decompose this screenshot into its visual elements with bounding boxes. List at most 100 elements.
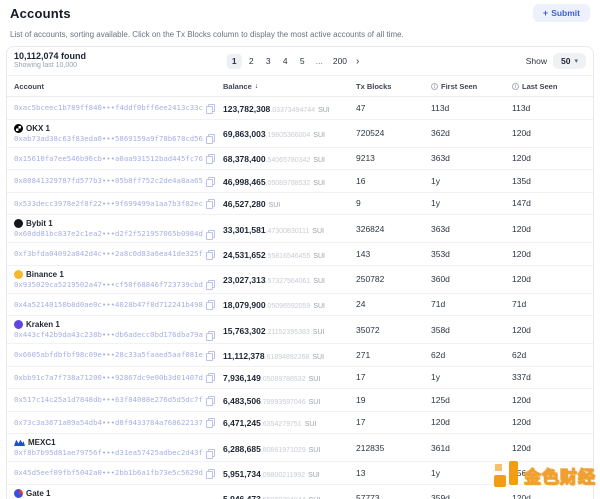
copy-icon[interactable] [206,230,213,238]
page-button[interactable]: 5 [295,54,310,69]
account-address-link[interactable]: 0x80841329787fd577b3•••05b8ff752c2de4a8a… [14,176,203,185]
account-cell: OKX 1 0xab73ad38c63f83eda0•••5869159a9f7… [14,124,223,143]
exchange-name: Binance 1 [26,270,64,279]
balance-cell: 6,483,506.79993597046SUI [223,391,356,409]
exchange-label[interactable]: OKX 1 [14,124,223,133]
balance-integer: 69,863,003 [223,129,266,139]
copy-icon[interactable] [206,351,213,359]
submit-label: Submit [551,8,580,18]
page-size-dropdown[interactable]: 50 ▾ [553,53,586,69]
table-row: 0x6605abfdbfbf98c09e•••28c33a5faaed5aaf0… [7,344,593,367]
page-button[interactable]: 3 [261,54,276,69]
account-address-link[interactable]: 0x533decc3978e2f8f22•••9f699499a1aa7b3f8… [14,199,203,208]
account-address-link[interactable]: 0xbb91c7a7f738a71200•••92867dc9e00b3d014… [14,373,203,382]
page-button[interactable]: 200 [329,54,351,69]
tx-blocks-cell: 57773 [356,493,431,499]
account-address-link[interactable]: 0x517c14c25a1d7848db•••63f84088e276d5d5d… [14,395,203,404]
tx-blocks-cell: 24 [356,299,431,309]
account-address-link[interactable]: 0xac5bceec1b789ff840•••f4ddf0bff6ee2413c… [14,103,203,112]
exchange-label[interactable]: MEXC1 [14,438,223,447]
exchange-name: OKX 1 [26,124,50,133]
results-summary: 10,112,074 found Showing last 10,000 [14,51,86,71]
page-title: Accounts [10,6,590,21]
table-row: 0x45d5eef09fbf5042a0•••2bb1b6a1fb73e5c56… [7,462,593,485]
balance-integer: 15,763,302 [223,326,266,336]
page-button[interactable]: 1 [227,54,242,69]
next-page-icon[interactable]: › [353,56,362,67]
table-row: 0xbb91c7a7f738a71200•••92867dc9e00b3d014… [7,367,593,390]
balance-cell: 46,527,280SUI [223,194,356,212]
copy-icon[interactable] [206,280,213,288]
pagination: 12345...200› [227,54,363,69]
submit-button[interactable]: + Submit [533,4,590,22]
exchange-label[interactable]: Binance 1 [14,270,223,279]
tx-blocks-cell: 19 [356,395,431,405]
first-seen-cell: 353d [431,249,512,259]
account-address-link[interactable]: 0x6605abfdbfbf98c09e•••28c33a5faaed5aaf0… [14,350,203,359]
account-address-link[interactable]: 0xab73ad38c63f83eda0•••5869159a9f78b678c… [14,134,203,143]
copy-icon[interactable] [206,418,213,426]
account-cell: 0x517c14c25a1d7848db•••63f84088e276d5d5d… [14,395,223,404]
column-header-last-seen: i Last Seen [512,82,586,91]
page-size-control: Show 50 ▾ [526,53,586,69]
tx-blocks-cell: 326824 [356,224,431,234]
first-seen-cell: 62d [431,350,512,360]
balance-token: SUI [313,329,325,336]
account-address-link[interactable]: 0x4a52140150b8d0ae0c•••4028b47f8d712241b… [14,300,203,309]
balance-integer: 18,079,900 [223,300,266,310]
exchange-label[interactable]: Gate 1 [14,489,223,498]
column-header-balance[interactable]: Balance ↓ [223,82,356,91]
account-address-link[interactable]: 0x935029ca5219502a47•••cf50f68846f723739… [14,280,203,289]
account-cell: Gate 1 0x62f36b79d7ea8ae109•••77b238a95f… [14,489,223,499]
page-button[interactable]: 4 [278,54,293,69]
first-seen-cell: 1y [431,176,512,186]
tx-blocks-cell: 9213 [356,153,431,163]
account-address-link[interactable]: 0xf3bfda04092a842d4c•••2a8c0d83a6ea41de3… [14,249,203,258]
balance-decimal: .6354279751 [261,421,302,428]
copy-icon[interactable] [206,154,213,162]
sort-desc-icon: ↓ [255,83,259,90]
copy-icon[interactable] [206,104,213,112]
balance-decimal: .05089788532 [266,180,311,187]
last-seen-cell: 135d [512,176,586,186]
copy-icon[interactable] [206,134,213,142]
copy-icon[interactable] [206,396,213,404]
balance-cell: 18,079,900.05096592059SUI [223,295,356,313]
copy-icon[interactable] [206,331,213,339]
account-address-link[interactable]: 0xf8b7b95d81ae79756f•••d31ea57425adbec2d… [14,448,203,457]
account-address-link[interactable]: 0x15610fa7ee546b96cb•••a0aa931512bad445f… [14,154,203,163]
account-cell: 0x6605abfdbfbf98c09e•••28c33a5faaed5aaf0… [14,350,223,359]
copy-icon[interactable] [206,199,213,207]
copy-icon[interactable] [206,177,213,185]
copy-icon[interactable] [206,449,213,457]
account-cell: 0x4a52140150b8d0ae0c•••4028b47f8d712241b… [14,300,223,309]
column-header-tx-blocks[interactable]: Tx Blocks [356,82,431,91]
gate-icon [14,489,23,498]
tx-blocks-cell: 271 [356,350,431,360]
balance-decimal: .19805366004 [266,132,311,139]
column-header-first-seen: i First Seen [431,82,512,91]
balance-cell: 68,378,400.54065780342SUI [223,149,356,167]
copy-icon[interactable] [206,469,213,477]
last-seen-cell: 120d [512,224,586,234]
first-seen-cell: 358d [431,325,512,335]
balance-cell: 123,782,308.03373494744SUI [223,99,356,117]
copy-icon[interactable] [206,250,213,258]
first-seen-cell: 362d [431,128,512,138]
balance-token: SUI [318,107,330,114]
exchange-name: Gate 1 [26,489,50,498]
page-button[interactable]: 2 [244,54,259,69]
account-address-link[interactable]: 0x60dd81bc837e2c1ea2•••d2f2f521957065b09… [14,229,203,238]
okx-icon [14,124,23,133]
account-address-link[interactable]: 0x443cf42b9da43c238b•••db6adecc0bd176dba… [14,330,203,339]
copy-icon[interactable] [206,300,213,308]
account-address-link[interactable]: 0x45d5eef09fbf5042a0•••2bb1b6a1fb73e5c56… [14,468,203,477]
first-seen-cell: 1y [431,198,512,208]
exchange-label[interactable]: Bybit 1 [14,219,223,228]
balance-decimal: .05089786532 [261,376,306,383]
table-toolbar: 10,112,074 found Showing last 10,000 123… [7,47,593,76]
exchange-label[interactable]: Kraken 1 [14,320,223,329]
exchange-name: Bybit 1 [26,219,53,228]
account-address-link[interactable]: 0x73c3a3671a89a54db4•••d8f9433784a768622… [14,418,203,427]
copy-icon[interactable] [206,373,213,381]
